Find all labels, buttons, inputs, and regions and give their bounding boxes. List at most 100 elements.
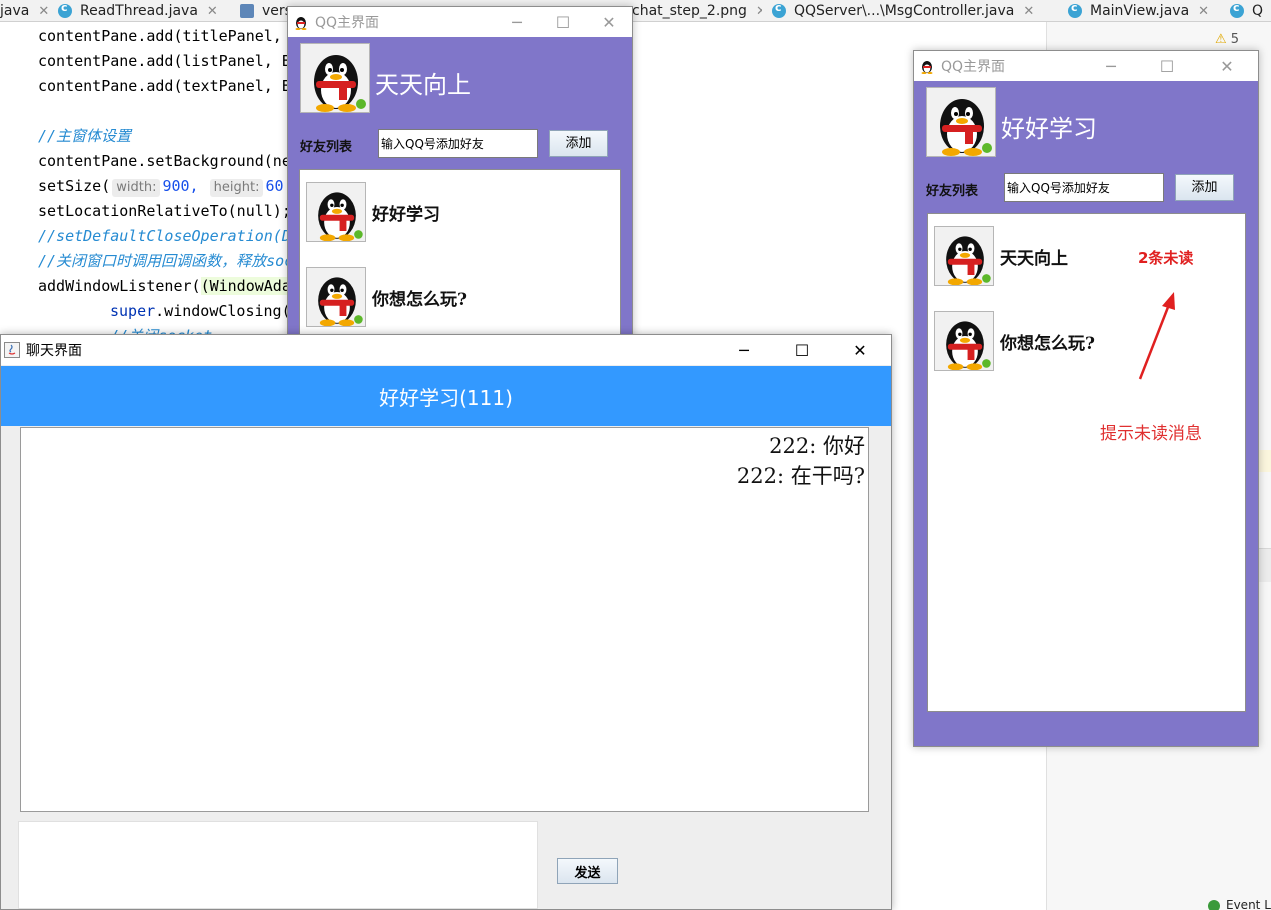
- annotation-text: 提示未读消息: [1100, 424, 1202, 444]
- editor-tab-readthread[interactable]: ReadThread.java ✕: [58, 0, 236, 22]
- friend-list: 天天向上 2条未读 你想怎么玩? 提示未读消息: [927, 213, 1246, 712]
- window-title: QQ主界面: [941, 59, 1006, 75]
- code-number: 60: [265, 177, 284, 195]
- editor-tab-msgcontroller[interactable]: QQServer\...\MsgController.java ✕: [772, 0, 1058, 22]
- maximize-icon[interactable]: ☐: [540, 7, 586, 37]
- friend-item[interactable]: 天天向上: [934, 225, 1068, 287]
- maximize-icon[interactable]: ☐: [1144, 51, 1190, 81]
- code-text: addWindowListener(: [38, 277, 201, 295]
- close-icon[interactable]: ✕: [837, 335, 883, 365]
- chat-message: 222: 在干吗?: [736, 464, 865, 488]
- close-icon[interactable]: ✕: [1204, 51, 1250, 81]
- code-line: //setDefaultCloseOperation(D: [38, 224, 291, 249]
- markdown-icon: [240, 4, 254, 18]
- warnings-indicator[interactable]: ⚠ 5: [1215, 32, 1239, 47]
- editor-tab-more[interactable]: Q: [1230, 0, 1271, 22]
- add-friend-input[interactable]: [1004, 173, 1164, 202]
- editor-tab-version[interactable]: version1.0.md: [240, 0, 290, 22]
- close-icon[interactable]: ✕: [1023, 4, 1034, 19]
- close-icon[interactable]: ✕: [1198, 4, 1209, 19]
- window-title: 聊天界面: [26, 343, 82, 359]
- close-icon[interactable]: ✕: [207, 4, 218, 19]
- message-area[interactable]: 222: 你好 222: 在干吗?: [20, 427, 869, 812]
- code-highlight: (WindowAda: [200, 277, 291, 295]
- close-icon[interactable]: ✕: [586, 7, 632, 37]
- message-input[interactable]: [18, 821, 538, 909]
- code-line: setLocationRelativeTo(null);: [38, 202, 291, 220]
- class-icon: [1230, 1, 1244, 18]
- minimize-icon[interactable]: ─: [721, 335, 767, 365]
- class-icon: [772, 1, 786, 18]
- friend-item[interactable]: 你想怎么玩?: [934, 310, 1095, 372]
- event-log-label: Event L: [1226, 898, 1271, 910]
- chat-header: 好好学习(111): [1, 366, 891, 426]
- tab-label: chat_step_2.png: [632, 3, 747, 19]
- code-comment: //setDefaultCloseOperation(D: [38, 227, 291, 245]
- qq-main-window-1: QQ主界面 ─ ☐ ✕ 天天向上 好友列表 添加 好好学习 你想怎么玩?: [287, 6, 633, 346]
- close-icon[interactable]: ✕: [756, 4, 762, 19]
- friend-name: 天天向上: [1000, 248, 1068, 269]
- param-hint: width:: [112, 179, 161, 197]
- unread-badge: 2条未读: [1138, 249, 1194, 267]
- code-line: setSize(width: 900, height: 60: [38, 174, 284, 199]
- penguin-avatar-icon: [318, 192, 363, 241]
- penguin-avatar-icon: [946, 236, 991, 285]
- minimize-icon[interactable]: ─: [1088, 51, 1134, 81]
- code-line: contentPane.add(listPanel, B: [38, 52, 291, 70]
- code-text: setSize(: [38, 177, 111, 195]
- friend-avatar: [934, 226, 994, 286]
- code-comment: //主窗体设置: [38, 127, 132, 145]
- friend-avatar: [934, 311, 994, 371]
- warnings-count: 5: [1230, 32, 1240, 47]
- chat-message: 222: 你好: [769, 434, 865, 458]
- code-line: contentPane.setBackground(ne: [38, 152, 291, 170]
- code-keyword: super: [110, 302, 156, 320]
- event-log-icon: [1208, 899, 1220, 910]
- java-app-icon: [4, 342, 20, 358]
- friend-item[interactable]: 好好学习: [306, 181, 440, 243]
- code-line: super.windowClosing(: [110, 299, 291, 324]
- add-friend-input[interactable]: [378, 129, 538, 158]
- window-titlebar[interactable]: 聊天界面 ─ ☐ ✕: [1, 335, 891, 365]
- maximize-icon[interactable]: ☐: [779, 335, 825, 365]
- code-line: contentPane.add(titlePanel,: [38, 27, 282, 45]
- send-button[interactable]: 发送: [557, 858, 618, 884]
- add-friend-button[interactable]: 添加: [1175, 174, 1234, 201]
- event-log-button[interactable]: Event L: [1208, 898, 1271, 910]
- username: 天天向上: [375, 71, 471, 99]
- username: 好好学习: [1001, 115, 1097, 143]
- friend-list-label: 好友列表: [300, 140, 353, 155]
- friend-avatar: [306, 182, 366, 242]
- editor-tab-0[interactable]: java ✕: [0, 0, 48, 22]
- friend-name: 好好学习: [372, 204, 440, 225]
- editor-tab-mainview[interactable]: MainView.java ✕: [1068, 0, 1220, 22]
- friend-item[interactable]: 你想怎么玩?: [306, 266, 467, 328]
- code-text: .windowClosing(: [155, 302, 291, 320]
- tab-label: ReadThread.java: [80, 3, 198, 19]
- friend-list: 好好学习 你想怎么玩?: [299, 169, 621, 345]
- warning-icon: ⚠: [1215, 32, 1227, 47]
- class-icon: [58, 1, 72, 18]
- avatar[interactable]: [926, 87, 996, 157]
- window-titlebar[interactable]: QQ主界面 ─ ☐ ✕: [914, 51, 1258, 81]
- code-line: //主窗体设置: [38, 124, 131, 149]
- code-number: 900,: [162, 177, 199, 195]
- window-titlebar[interactable]: QQ主界面 ─ ☐ ✕: [288, 7, 632, 37]
- avatar[interactable]: [300, 43, 370, 113]
- code-line: addWindowListener((WindowAda: [38, 274, 291, 299]
- qq-penguin-icon: [921, 61, 933, 74]
- tab-label: Q: [1252, 3, 1264, 19]
- qq-main-window-2: QQ主界面 ─ ☐ ✕ 好好学习 好友列表 添加 天天向上 2条未读 你想怎么玩…: [913, 50, 1259, 747]
- close-icon[interactable]: ✕: [38, 4, 48, 19]
- penguin-avatar-icon: [940, 99, 992, 156]
- add-friend-button[interactable]: 添加: [549, 130, 608, 157]
- minimize-icon[interactable]: ─: [494, 7, 540, 37]
- penguin-avatar-icon: [314, 55, 366, 112]
- param-hint: height:: [209, 179, 264, 197]
- friend-list-label: 好友列表: [926, 184, 979, 199]
- editor-tab-chat-step-2[interactable]: chat_step_2.png ✕: [632, 0, 762, 22]
- annotation-arrow-icon: [1138, 292, 1175, 380]
- code-comment: //关闭窗口时调用回调函数，释放soc: [38, 252, 294, 270]
- editor-tab-bar: java ✕ ReadThread.java ✕ version1.0.md cha…: [0, 0, 1271, 22]
- chat-window: 聊天界面 ─ ☐ ✕ 好好学习(111) 222: 你好 222: 在干吗? 发…: [0, 334, 892, 910]
